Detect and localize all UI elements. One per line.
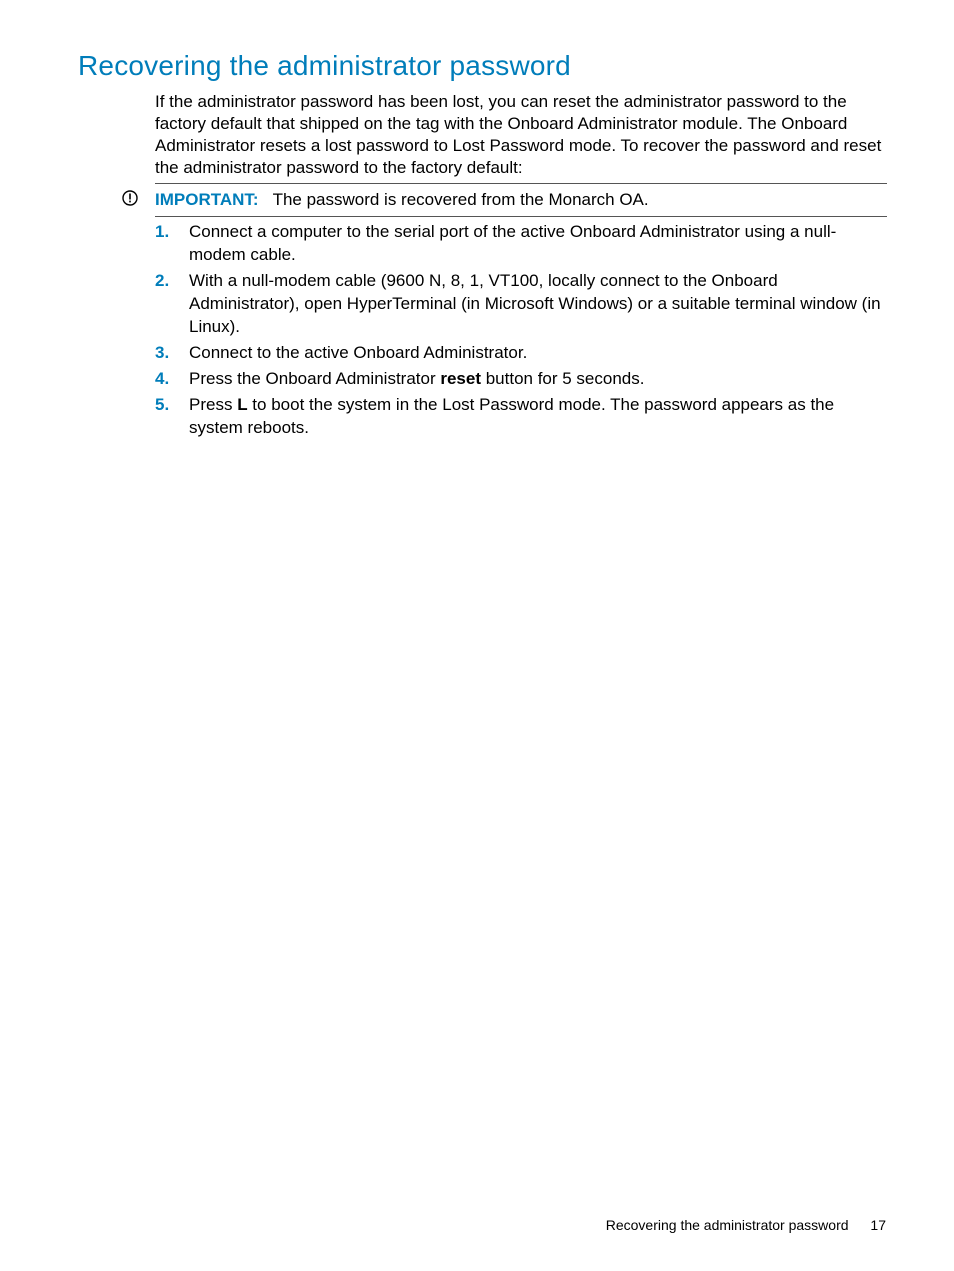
step-text: With a null-modem cable (9600 N, 8, 1, V… — [189, 270, 887, 339]
step-text: Connect a computer to the serial port of… — [189, 221, 887, 267]
step-number: 3. — [155, 342, 189, 365]
step-text: Press the Onboard Administrator reset bu… — [189, 368, 887, 391]
callout-label: IMPORTANT: — [155, 190, 259, 209]
document-page: Recovering the administrator password If… — [0, 0, 954, 1271]
step-item: 2. With a null-modem cable (9600 N, 8, 1… — [155, 270, 887, 339]
intro-paragraph: If the administrator password has been l… — [155, 91, 887, 179]
step-item: 3. Connect to the active Onboard Adminis… — [155, 342, 887, 365]
ordered-steps: 1. Connect a computer to the serial port… — [155, 221, 887, 442]
callout-text: The password is recovered from the Monar… — [273, 190, 649, 209]
step-number: 2. — [155, 270, 189, 293]
step-item: 4. Press the Onboard Administrator reset… — [155, 368, 887, 391]
step-text: Connect to the active Onboard Administra… — [189, 342, 887, 365]
step-number: 1. — [155, 221, 189, 244]
step-number: 4. — [155, 368, 189, 391]
step-text: Press L to boot the system in the Lost P… — [189, 394, 887, 440]
step-item: 1. Connect a computer to the serial port… — [155, 221, 887, 267]
page-number: 17 — [870, 1217, 886, 1233]
section-heading: Recovering the administrator password — [78, 50, 571, 82]
important-callout: IMPORTANT: The password is recovered from… — [155, 183, 887, 217]
footer-title: Recovering the administrator password — [606, 1217, 849, 1233]
page-footer: Recovering the administrator password 17 — [606, 1217, 886, 1233]
step-item: 5. Press L to boot the system in the Los… — [155, 394, 887, 440]
step-number: 5. — [155, 394, 189, 417]
important-icon — [122, 190, 138, 206]
